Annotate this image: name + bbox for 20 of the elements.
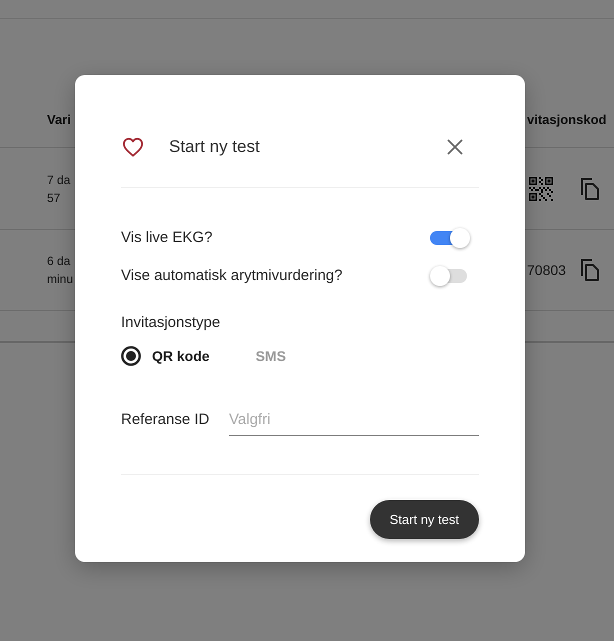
dialog-title: Start ny test [169,136,260,158]
field-label: Referanse ID [121,410,210,430]
table-cell-text: 7 da 57 [47,172,70,206]
toggle-switch[interactable] [430,228,470,248]
radio-option[interactable]: QR kode [121,346,210,366]
table-cell-text: 70803 [527,260,566,280]
section-label: Invitasjonstype [121,313,222,333]
copy-icon[interactable] [580,258,600,282]
heart-icon [122,137,144,157]
table-cell-text: 6 da minu [47,253,74,288]
switch-label: Vis live EKG? [121,228,212,248]
reference-input[interactable]: Valgfri [229,404,479,436]
switch-label: Vise automatisk arytmivurdering? [121,266,342,286]
start-test-button[interactable]: Start ny test [370,500,479,539]
copy-icon[interactable] [580,176,600,200]
radio-selected-icon[interactable] [121,346,141,366]
qr-code-icon[interactable] [529,176,553,200]
column-header: Vari [47,110,71,129]
close-button[interactable] [447,139,463,155]
column-header: vitasjonskod [527,110,606,129]
